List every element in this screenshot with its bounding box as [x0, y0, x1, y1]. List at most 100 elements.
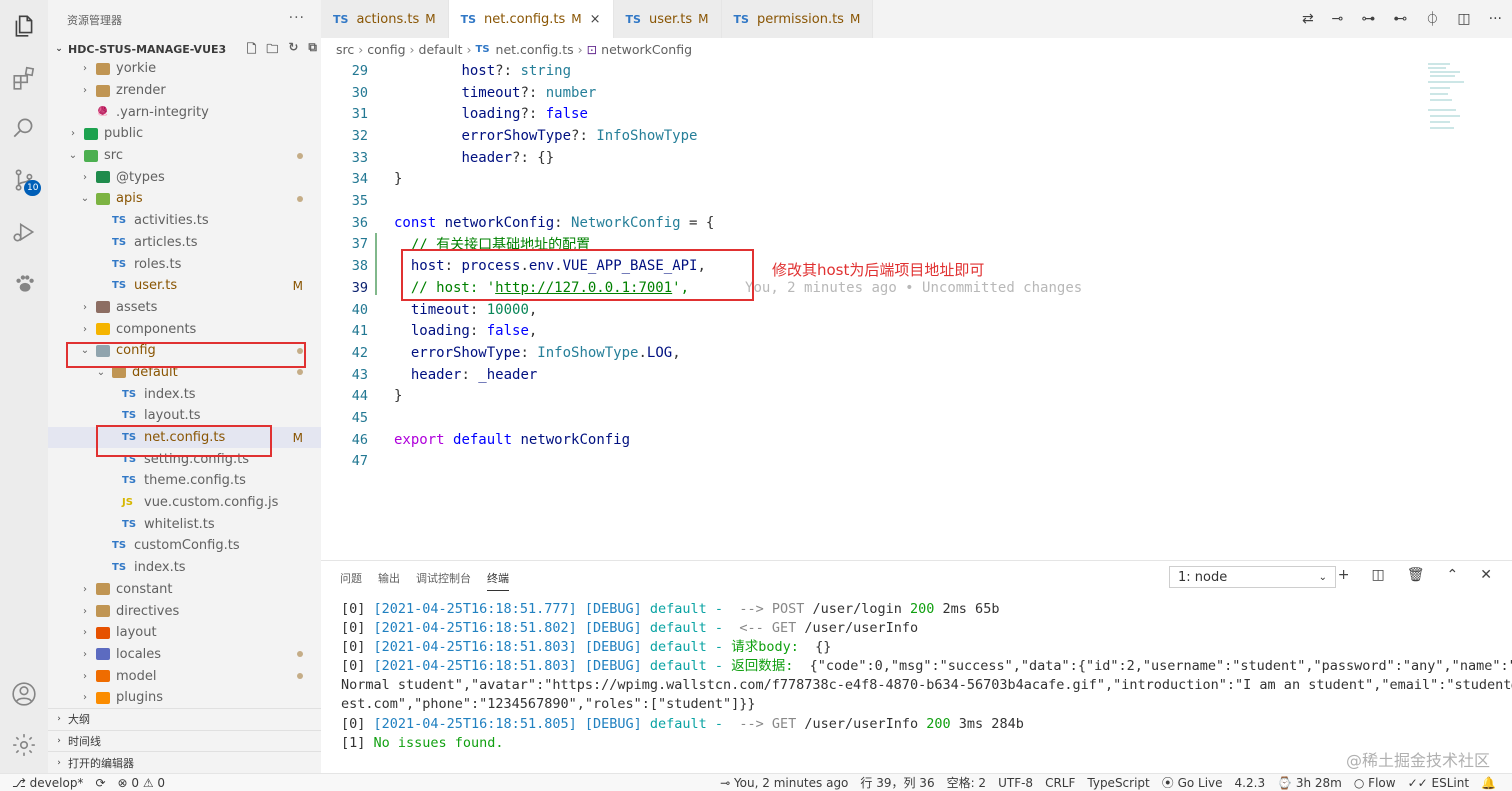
run-debug-icon[interactable]: [0, 208, 48, 256]
breadcrumb-item[interactable]: networkConfig: [601, 42, 692, 57]
tab-permission[interactable]: TS permission.ts M: [721, 0, 874, 38]
close-icon[interactable]: ×: [590, 12, 601, 27]
tree-item[interactable]: TS layout.ts: [48, 405, 321, 427]
search-icon[interactable]: [0, 104, 48, 152]
breadcrumb: src › config › default › TS net.config.ts › ⊡…: [321, 38, 1512, 60]
ts-version[interactable]: 4.2.3: [1235, 776, 1266, 790]
paw-extension-icon[interactable]: [0, 260, 48, 308]
tree-item[interactable]: TS roles.ts: [48, 253, 321, 275]
tree-item[interactable]: JS vue.custom.config.js: [48, 492, 321, 514]
more-actions-icon[interactable]: ···: [1489, 11, 1502, 27]
typescript-file-icon: TS: [122, 388, 137, 400]
tab-problems[interactable]: 问题: [340, 570, 362, 586]
tab-net-config[interactable]: TS net.config.ts M ×: [448, 0, 614, 38]
modified-badge: M: [698, 12, 709, 26]
terminal-select[interactable]: 1: node ⌄: [1169, 566, 1336, 588]
go-live-button[interactable]: ⦿ Go Live: [1162, 774, 1223, 791]
tree-item[interactable]: TS index.ts: [48, 383, 321, 405]
modified-dot: [297, 152, 303, 159]
tree-item[interactable]: › plugins: [48, 687, 321, 709]
gitlens-icon[interactable]: ⏀: [1425, 9, 1439, 29]
log-method: POST: [771, 601, 805, 617]
tree-item[interactable]: › constant: [48, 579, 321, 601]
breadcrumb-item[interactable]: default: [419, 42, 463, 57]
log-label: 返回数据:: [731, 658, 794, 675]
more-actions-icon[interactable]: ···: [289, 10, 305, 26]
tab-actions[interactable]: TS actions.ts M: [321, 0, 449, 38]
tree-item[interactable]: › @types: [48, 166, 321, 188]
flow-status[interactable]: ○ Flow: [1354, 776, 1396, 790]
outline-panel-header[interactable]: › 大纲: [48, 707, 321, 730]
tree-item-label: user.ts: [134, 278, 178, 294]
extensions-icon[interactable]: [0, 54, 48, 102]
timeline-panel-header[interactable]: › 时间线: [48, 729, 321, 752]
code-line: 47: [321, 451, 1401, 473]
tree-item[interactable]: TS articles.ts: [48, 232, 321, 254]
tree-item[interactable]: › components: [48, 318, 321, 340]
trash-icon[interactable]: 🗑: [1407, 567, 1425, 583]
git-commit-icon[interactable]: ⊸: [1332, 11, 1344, 27]
next-change-icon[interactable]: ⊷: [1393, 11, 1407, 27]
code-line: 29 host?: string: [321, 60, 1401, 82]
source-control-icon[interactable]: 10: [0, 156, 48, 204]
tree-item[interactable]: › assets: [48, 297, 321, 319]
warning-count: 0: [157, 775, 166, 790]
open-changes-icon[interactable]: ⇄: [1302, 11, 1314, 27]
breadcrumb-item[interactable]: config: [367, 42, 405, 57]
chevron-right-icon: ›: [577, 41, 583, 57]
language-mode[interactable]: TypeScript: [1087, 776, 1149, 790]
tree-item[interactable]: › directives: [48, 600, 321, 622]
sync-icon[interactable]: ⟳: [95, 776, 105, 790]
git-branch[interactable]: ⎇ develop*: [12, 776, 83, 790]
tree-item[interactable]: TS whitelist.ts: [48, 513, 321, 535]
tree-item[interactable]: ⌄ apis: [48, 188, 321, 210]
account-icon[interactable]: [0, 670, 48, 718]
terminal-output[interactable]: [0] [2021-04-25T16:18:51.777] [DEBUG] de…: [321, 595, 1512, 753]
panel-actions: + ◫ 🗑 ⌃ ✕: [1338, 567, 1492, 583]
tree-item[interactable]: TS customConfig.ts: [48, 535, 321, 557]
eslint-status[interactable]: ✓✓ ESLint: [1408, 776, 1469, 790]
split-terminal-icon[interactable]: ◫: [1372, 567, 1385, 583]
tree-item[interactable]: › model: [48, 665, 321, 687]
modified-badge: M: [849, 12, 861, 26]
project-header[interactable]: ⌄ HDC-STUS-MANAGE-VUE3 🗋 🗀 ↻ ⧉: [48, 40, 321, 58]
tab-terminal[interactable]: 终端: [487, 570, 509, 591]
previous-change-icon[interactable]: ⊶: [1361, 11, 1375, 27]
tree-item[interactable]: › locales: [48, 644, 321, 666]
blame-status[interactable]: ⊸ You, 2 minutes ago: [720, 776, 848, 790]
problems-indicator[interactable]: ⊗ 0 ⚠ 0: [118, 776, 166, 790]
tab-output[interactable]: 输出: [378, 570, 400, 586]
tree-item[interactable]: 🧶 .yarn-integrity: [48, 101, 321, 123]
notifications-icon[interactable]: 🔔: [1481, 776, 1496, 790]
open-editors-panel-header[interactable]: › 打开的编辑器: [48, 751, 321, 773]
explorer-icon[interactable]: [0, 2, 48, 50]
tree-item[interactable]: TS user.ts M: [48, 275, 321, 297]
close-icon[interactable]: ✕: [1480, 567, 1492, 583]
chevron-right-icon: ›: [83, 171, 87, 183]
new-terminal-icon[interactable]: +: [1338, 567, 1350, 583]
tab-debug-console[interactable]: 调试控制台: [416, 570, 471, 586]
split-editor-icon[interactable]: ◫: [1457, 11, 1470, 27]
end-of-line[interactable]: CRLF: [1045, 776, 1075, 790]
tree-item[interactable]: › layout: [48, 622, 321, 644]
git-change-gutter: [375, 233, 377, 295]
tree-item[interactable]: TS theme.config.ts: [48, 470, 321, 492]
tree-item[interactable]: TS index.ts: [48, 557, 321, 579]
time-tracker[interactable]: ⌚ 3h 28m: [1277, 776, 1342, 790]
tree-item[interactable]: ⌄ src: [48, 145, 321, 167]
tree-item[interactable]: › public: [48, 123, 321, 145]
encoding[interactable]: UTF-8: [998, 776, 1033, 790]
indentation[interactable]: 空格: 2: [947, 774, 987, 791]
cursor-position[interactable]: 行 39，列 36: [860, 774, 934, 791]
maximize-panel-icon[interactable]: ⌃: [1447, 567, 1459, 583]
tab-user[interactable]: TS user.ts M: [613, 0, 722, 38]
sidebar-bottom-panels: › 大纲 › 时间线 › 打开的编辑器: [48, 707, 321, 773]
minimap[interactable]: [1420, 60, 1500, 170]
tree-item[interactable]: › zrender: [48, 80, 321, 102]
tree-item[interactable]: › yorkie: [48, 58, 321, 80]
tree-item[interactable]: TS activities.ts: [48, 210, 321, 232]
settings-gear-icon[interactable]: [0, 721, 48, 769]
breadcrumb-item[interactable]: src: [336, 42, 354, 57]
log-timestamp: [2021-04-25T16:18:51.802]: [373, 620, 577, 637]
breadcrumb-item[interactable]: net.config.ts: [496, 42, 574, 57]
